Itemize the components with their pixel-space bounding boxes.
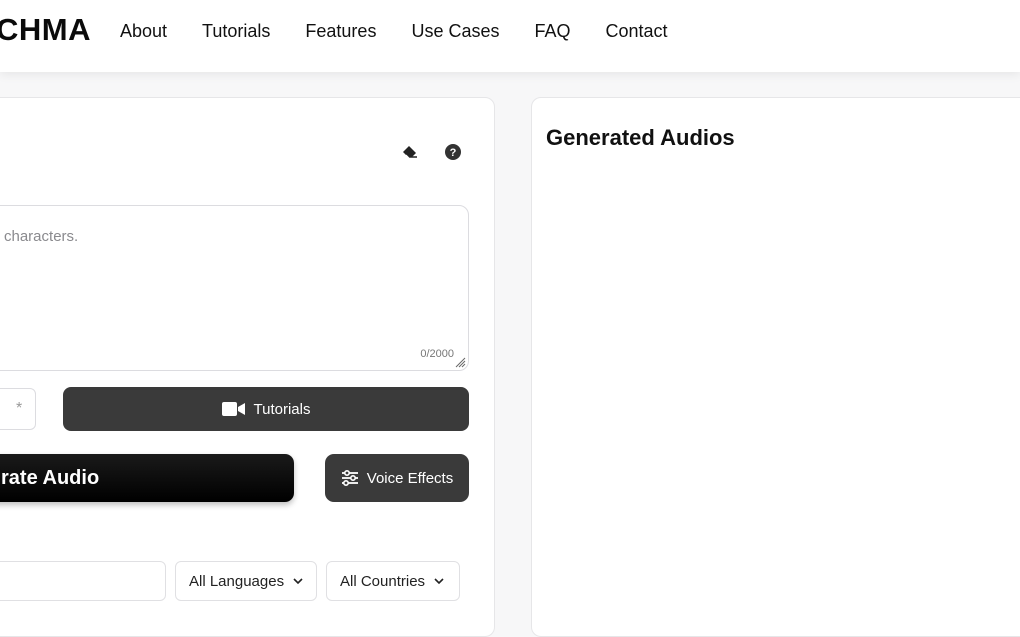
- text-input-area[interactable]: characters. 0/2000: [0, 205, 469, 371]
- text-placeholder: characters.: [4, 228, 79, 245]
- voice-search-input[interactable]: [0, 561, 166, 601]
- site-logo[interactable]: CHMA: [0, 12, 91, 48]
- sliders-icon: [341, 470, 358, 486]
- svg-text:?: ?: [450, 147, 457, 159]
- main-nav: About Tutorials Features Use Cases FAQ C…: [120, 20, 703, 42]
- chevron-down-icon: [293, 577, 303, 584]
- tutorials-button[interactable]: Tutorials: [63, 387, 469, 431]
- resize-handle-icon[interactable]: [454, 356, 466, 368]
- country-select[interactable]: All Countries: [326, 561, 460, 601]
- character-counter: 0/2000: [420, 348, 454, 360]
- help-icon[interactable]: ?: [443, 142, 463, 162]
- video-camera-icon: [221, 402, 245, 416]
- language-select[interactable]: All Languages: [175, 561, 317, 601]
- language-select-value: All Languages: [189, 572, 285, 590]
- speed-input[interactable]: *: [0, 388, 36, 430]
- voice-effects-button[interactable]: Voice Effects: [325, 454, 469, 502]
- nav-features[interactable]: Features: [305, 20, 376, 42]
- country-select-value: All Countries: [340, 572, 426, 590]
- generated-audios-title: Generated Audios: [546, 125, 735, 150]
- nav-tutorials[interactable]: Tutorials: [202, 20, 270, 42]
- nav-about[interactable]: About: [120, 20, 167, 42]
- speed-symbol: *: [16, 400, 23, 417]
- voice-effects-label: Voice Effects: [366, 469, 454, 487]
- chevron-down-icon: [434, 577, 444, 584]
- tutorials-button-label: Tutorials: [253, 400, 311, 418]
- generate-audio-button[interactable]: rate Audio: [0, 454, 294, 502]
- editor-panel: ? characters. 0/2000 * Tutorials rate Au…: [0, 97, 495, 637]
- eraser-icon[interactable]: [400, 142, 420, 162]
- nav-contact[interactable]: Contact: [606, 20, 668, 42]
- generated-audios-panel: Generated Audios: [531, 97, 1020, 637]
- nav-use-cases[interactable]: Use Cases: [411, 20, 499, 42]
- nav-faq[interactable]: FAQ: [534, 20, 570, 42]
- top-navigation: CHMA About Tutorials Features Use Cases …: [0, 0, 1020, 72]
